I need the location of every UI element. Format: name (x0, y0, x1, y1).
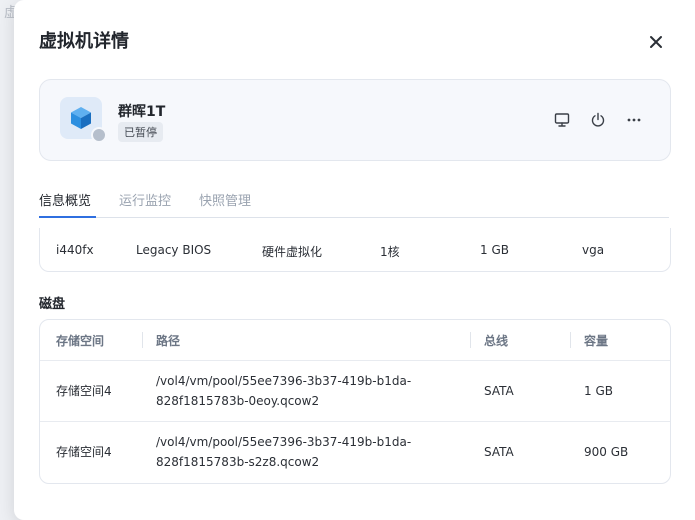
column-header-path: 路径 (156, 334, 181, 348)
table-row: 存储空间4 /vol4/vm/pool/55ee7396-3b37-419b-b… (40, 422, 670, 482)
column-header-bus: 总线 (484, 334, 509, 348)
vm-actions (550, 108, 646, 132)
bus-cell: SATA (484, 384, 514, 398)
tab-bar: 信息概览 运行监控 快照管理 (39, 188, 669, 218)
column-divider (470, 332, 471, 348)
bus-cell: SATA (484, 445, 514, 459)
disk-table: 存储空间 路径 总线 容量 存储空间4 /vol4/vm/pool/55ee73… (39, 319, 671, 484)
storage-cell: 存储空间4 (56, 445, 112, 459)
tab-snapshots[interactable]: 快照管理 (199, 190, 251, 216)
dialog-title: 虚拟机详情 (39, 31, 129, 52)
active-tab-indicator (39, 216, 96, 218)
path-line: 828f1815783b-s2z8.qcow2 (156, 455, 320, 469)
close-button[interactable] (642, 28, 670, 56)
power-button[interactable] (586, 108, 610, 132)
cube-icon (71, 107, 91, 129)
tab-label: 运行监控 (119, 194, 172, 209)
vm-details-dialog: 虚拟机详情 群晖1T 已暂停 信息概览 运行监控 快照管理 i440fx Leg… (14, 0, 695, 520)
tab-label: 信息概览 (39, 194, 92, 209)
status-dot (91, 127, 107, 143)
column-header-storage: 存储空间 (56, 334, 105, 348)
display-value: vga (582, 243, 605, 257)
status-badge: 已暂停 (118, 122, 163, 142)
storage-cell: 存储空间4 (56, 384, 112, 398)
firmware-value: Legacy BIOS (136, 243, 212, 257)
path-line: 828f1815783b-0eoy.qcow2 (156, 394, 320, 408)
power-icon (591, 112, 605, 127)
cpu-value: 1核 (380, 245, 400, 259)
table-header: 存储空间 路径 总线 容量 (40, 320, 670, 361)
chipset-value: i440fx (56, 243, 94, 257)
console-button[interactable] (550, 108, 574, 132)
table-row: 存储空间4 /vol4/vm/pool/55ee7396-3b37-419b-b… (40, 361, 670, 422)
hardware-info-row: i440fx Legacy BIOS 硬件虚拟化 1核 1 GB vga (39, 228, 671, 272)
more-icon (627, 118, 641, 122)
disk-section-title: 磁盘 (39, 297, 66, 312)
more-button[interactable] (622, 108, 646, 132)
tab-monitoring[interactable]: 运行监控 (119, 190, 171, 216)
column-divider (142, 332, 143, 348)
column-divider (570, 332, 571, 348)
path-line: /vol4/vm/pool/55ee7396-3b37-419b-b1da- (156, 435, 412, 449)
tab-label: 快照管理 (199, 194, 252, 209)
path-cell: /vol4/vm/pool/55ee7396-3b37-419b-b1da- 8… (156, 432, 411, 472)
virtualization-value: 硬件虚拟化 (262, 245, 323, 259)
vm-name: 群晖1T (118, 104, 166, 120)
path-line: /vol4/vm/pool/55ee7396-3b37-419b-b1da- (156, 374, 412, 388)
column-header-capacity: 容量 (584, 334, 609, 348)
memory-value: 1 GB (480, 243, 509, 257)
capacity-cell: 900 GB (584, 445, 629, 459)
capacity-cell: 1 GB (584, 384, 613, 398)
path-cell: /vol4/vm/pool/55ee7396-3b37-419b-b1da- 8… (156, 371, 411, 411)
vm-summary-card: 群晖1T 已暂停 (39, 79, 671, 161)
monitor-icon (554, 113, 570, 127)
tab-overview[interactable]: 信息概览 (39, 190, 96, 218)
close-icon (650, 36, 662, 48)
